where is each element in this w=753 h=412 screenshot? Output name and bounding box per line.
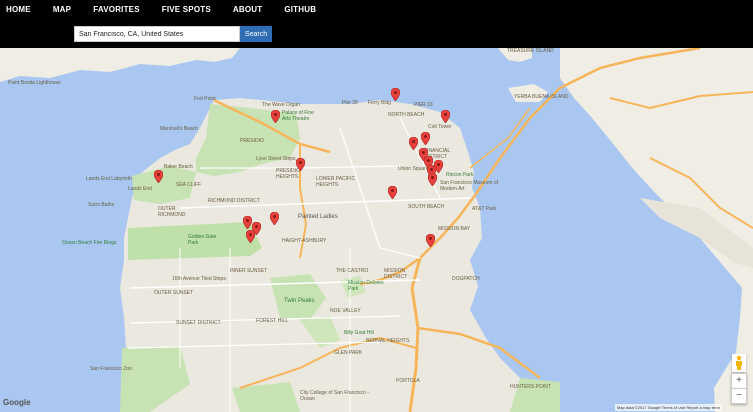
nav-github[interactable]: GITHUB <box>284 4 316 18</box>
label-twin-peaks: Twin Peaks <box>284 298 315 304</box>
label-richmond: RICHMOND DISTRICT <box>208 198 260 204</box>
label-att-park: AT&T Park <box>472 206 496 212</box>
google-logo: Google <box>3 398 31 407</box>
map-marker-icon[interactable] <box>154 170 163 183</box>
top-navbar: HOME MAP FAVORITES FIVE SPOTS ABOUT GITH… <box>0 0 753 48</box>
label-north-beach: NORTH BEACH <box>388 112 425 118</box>
label-city-college: City College of San Francisco - Ocean <box>300 390 369 402</box>
label-wave-organ: The Wave Organ <box>262 102 300 108</box>
map-marker-icon[interactable] <box>270 212 279 225</box>
label-ocean-beach: Ocean Beach Fire Rings <box>62 240 117 246</box>
label-sunset-district: SUNSET DISTRICT <box>176 320 221 326</box>
map-view[interactable]: TREASURE ISLAND YERBA BUENA ISLAND Point… <box>0 48 753 412</box>
label-mission-bay: MISSION BAY <box>438 226 471 232</box>
label-sea-cliff: SEA CLIFF <box>176 182 202 188</box>
map-marker-icon[interactable] <box>421 132 430 145</box>
label-marshalls-beach: Marshall's Beach <box>160 126 198 132</box>
label-portola: PORTOLA <box>396 378 420 384</box>
label-rincon-park: Rincon Park <box>446 172 474 178</box>
map-marker-icon[interactable] <box>296 158 305 171</box>
map-marker-icon[interactable] <box>391 88 400 101</box>
label-outer-sunset: OUTER SUNSET <box>154 290 194 296</box>
label-lands-end-labyrinth: Lands End Labyrinth <box>86 176 132 182</box>
label-outer-richmond: OUTER RICHMOND <box>158 206 186 218</box>
label-inner-sunset: INNER SUNSET <box>230 268 268 274</box>
map-marker-icon[interactable] <box>426 234 435 247</box>
label-treasure-island: TREASURE ISLAND <box>507 48 554 54</box>
nav-about[interactable]: ABOUT <box>233 4 262 18</box>
label-point-bonita: Point Bonita Lighthouse <box>8 80 61 86</box>
map-marker-icon[interactable] <box>388 186 397 199</box>
label-noe-valley: NOE VALLEY <box>330 308 361 314</box>
zoom-in-button[interactable]: + <box>731 373 747 389</box>
label-lands-end: Lands End <box>128 186 152 192</box>
nav-menu: HOME MAP FAVORITES FIVE SPOTS ABOUT GITH… <box>0 4 316 18</box>
label-billy-goat: Billy Goat Hill <box>344 330 374 336</box>
zoom-out-button[interactable]: − <box>731 388 747 404</box>
label-sutro-baths: Sutro Baths <box>88 202 115 208</box>
nav-favorites[interactable]: FAVORITES <box>93 4 140 18</box>
label-yerba-buena: YERBA BUENA ISLAND <box>514 94 569 100</box>
label-16th-ave-steps: 16th Avenue Tiled Steps <box>172 276 226 282</box>
map-marker-icon[interactable] <box>246 230 255 243</box>
street-view-pegman-icon[interactable] <box>732 354 746 372</box>
label-fort-point: Fort Point <box>194 96 216 102</box>
search-button[interactable]: Search <box>240 26 272 42</box>
label-mission-district: MISSION DISTRICT <box>384 268 408 280</box>
label-castro: THE CASTRO <box>336 268 369 274</box>
label-haight-ashbury: HAIGHT-ASHBURY <box>282 238 327 244</box>
label-glen-park: GLEN PARK <box>334 350 363 356</box>
label-palace-fine-arts: Palace of Fine Arts Theatre <box>282 110 314 122</box>
label-bernal: BERNAL HEIGHTS <box>366 338 410 344</box>
search-input[interactable] <box>74 26 240 42</box>
label-dogpatch: DOGPATCH <box>452 276 480 282</box>
label-ferry-bldg: Ferry Bldg <box>368 100 392 106</box>
label-south-beach: SOUTH BEACH <box>408 204 445 210</box>
map-marker-icon[interactable] <box>271 110 280 123</box>
label-lyon-steps: Lyon Street Steps <box>256 156 296 162</box>
map-marker-icon[interactable] <box>243 216 252 229</box>
map-marker-icon[interactable] <box>409 137 418 150</box>
label-pier33: PIER 33 <box>414 102 433 108</box>
map-marker-icon[interactable] <box>441 110 450 123</box>
label-painted-ladies: Painted Ladies <box>298 214 338 220</box>
label-forest-hill: FOREST HILL <box>256 318 289 324</box>
map-marker-icon[interactable] <box>428 173 437 186</box>
search-bar: Search <box>74 26 272 42</box>
label-baker-beach: Baker Beach <box>164 164 193 170</box>
label-coit-tower: Coit Tower <box>428 124 452 130</box>
label-mission-dolores: Mission Dolores Park <box>348 280 384 292</box>
label-pier39: Pier 39 <box>342 100 358 106</box>
label-sf-zoo: San Francisco Zoo <box>90 366 132 372</box>
label-lower-pac-heights: LOWER PACIFIC HEIGHTS <box>316 176 356 188</box>
nav-map[interactable]: MAP <box>53 4 71 18</box>
nav-five-spots[interactable]: FIVE SPOTS <box>162 4 211 18</box>
label-presidio: PRESIDIO <box>240 138 264 144</box>
nav-home[interactable]: HOME <box>6 4 31 18</box>
label-golden-gate-park: Golden Gate Park <box>188 234 217 246</box>
map-attribution[interactable]: Map data ©2017 Google Terms of Use Repor… <box>615 404 723 411</box>
label-hunters-point: HUNTERS POINT <box>510 384 551 390</box>
label-sfmoma: San Francisco Museum of Modern Art <box>440 180 499 192</box>
